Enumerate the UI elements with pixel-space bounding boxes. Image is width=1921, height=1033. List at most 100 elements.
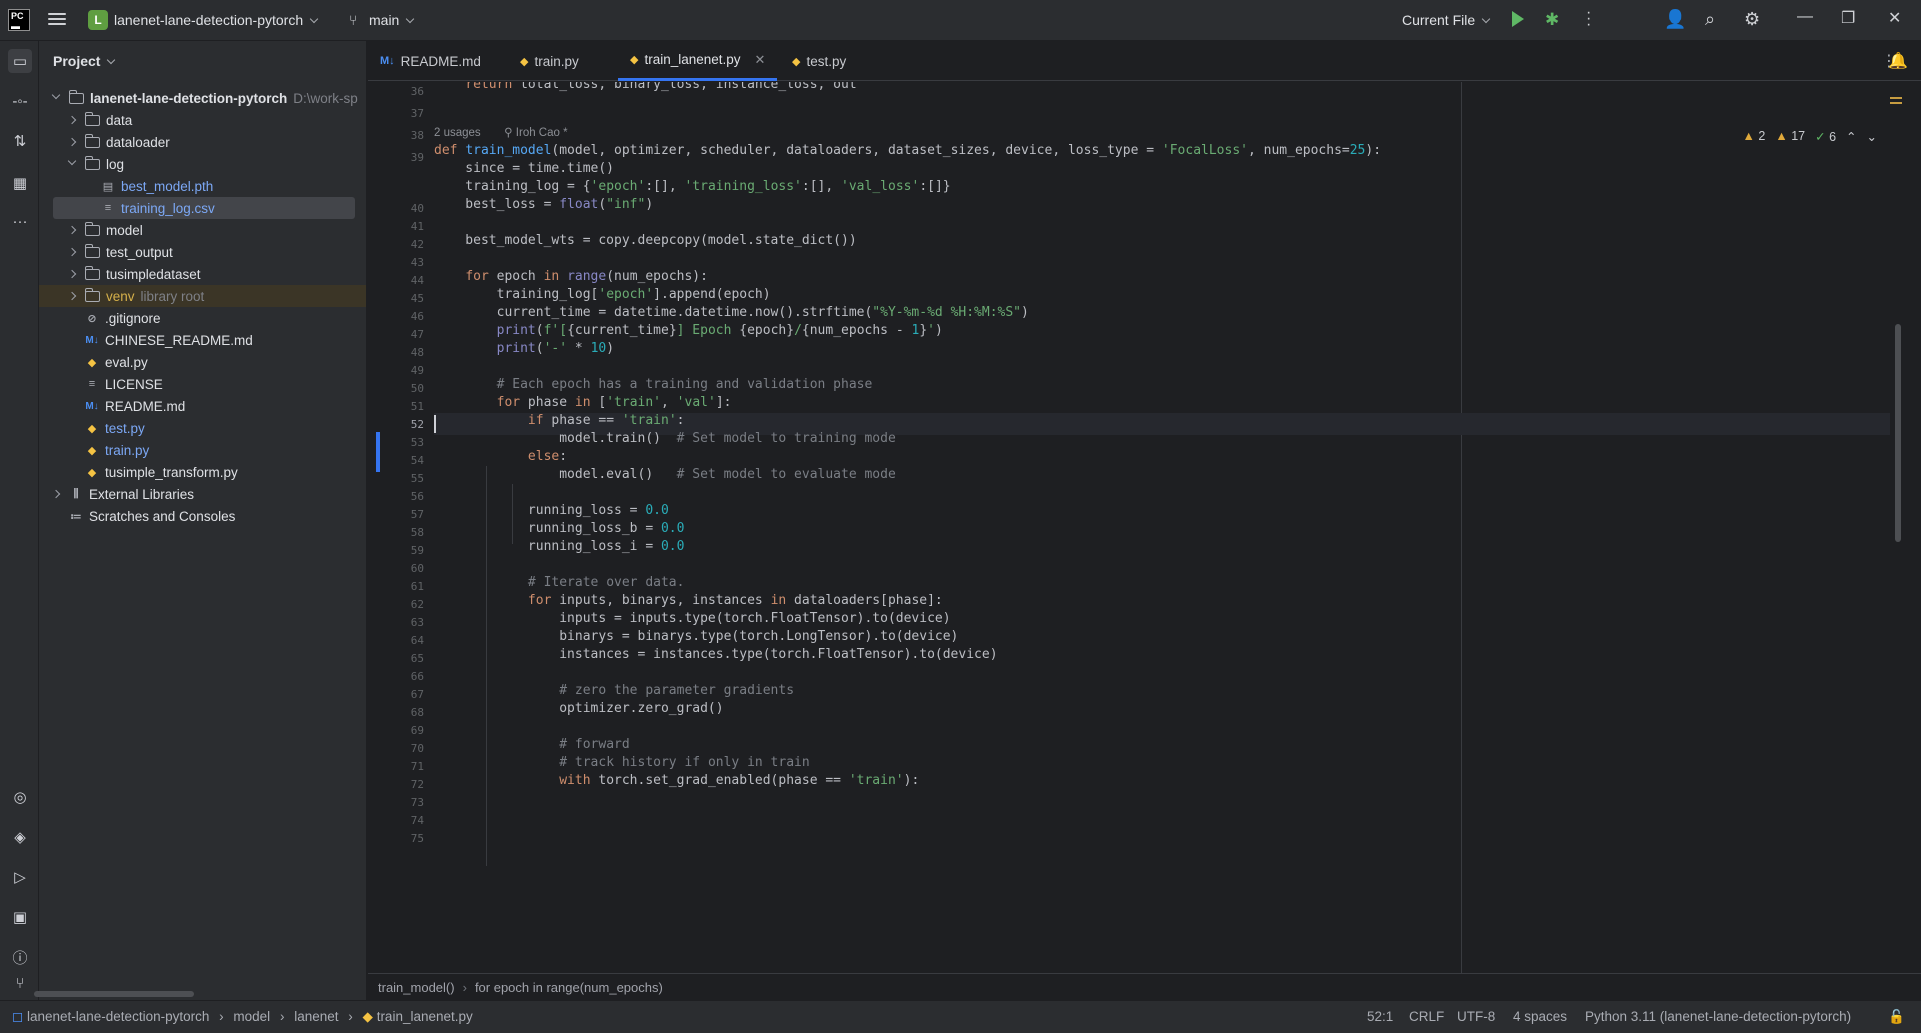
notifications-icon[interactable]: 🔔 — [1888, 51, 1908, 71]
warning-stripe-marker[interactable] — [1890, 97, 1902, 99]
warning-count[interactable]: ▲ 2 — [1743, 129, 1766, 144]
path-separator-icon: › — [279, 1009, 285, 1024]
branch-selector[interactable]: main — [369, 12, 415, 28]
expand-arrow-icon[interactable] — [67, 269, 77, 279]
add-user-icon[interactable]: 👤 — [1664, 9, 1686, 30]
path-file[interactable]: train_lanenet.py — [377, 1009, 473, 1024]
expand-arrow-icon[interactable] — [67, 247, 77, 257]
folder-icon — [84, 265, 100, 280]
chevron-down-icon[interactable]: ⌄ — [1867, 129, 1877, 144]
expand-arrow-icon[interactable] — [67, 115, 77, 125]
tree-item-eval[interactable]: ◆ eval.py — [39, 351, 366, 373]
chevron-up-icon[interactable]: ⌃ — [1846, 129, 1856, 144]
more-tools-icon[interactable]: ··· — [8, 209, 32, 233]
tree-item-label: best_model.pth — [121, 178, 214, 194]
terminal-icon[interactable]: ▣ — [8, 905, 32, 929]
python-packages-icon[interactable]: ◈ — [8, 825, 32, 849]
expand-arrow-icon[interactable] — [67, 137, 77, 147]
tree-item-license[interactable]: ≡ LICENSE — [39, 373, 366, 395]
tab-readme[interactable]: M↓ README.md — [380, 41, 481, 81]
tree-item-label: test_output — [106, 244, 173, 260]
python-file-icon: ◆ — [362, 1009, 373, 1024]
close-tab-icon[interactable]: ✕ — [755, 52, 766, 68]
expand-arrow-icon[interactable] — [67, 225, 77, 235]
tab-train[interactable]: ◆ train.py — [520, 41, 579, 81]
services-icon[interactable]: ▷ — [8, 865, 32, 889]
minimize-icon[interactable]: — — [1797, 8, 1813, 26]
main-menu-icon[interactable] — [47, 10, 67, 30]
tree-item-log[interactable]: log — [39, 153, 366, 175]
run-icon[interactable] — [1512, 11, 1524, 27]
run-config-selector[interactable]: Current File — [1402, 12, 1491, 28]
close-icon[interactable]: ✕ — [1888, 8, 1901, 28]
line-number: 60 — [410, 562, 424, 575]
tree-item-test-output[interactable]: test_output — [39, 241, 366, 263]
tree-item-tusimple-transform[interactable]: ◆ tusimple_transform.py — [39, 461, 366, 483]
search-icon[interactable]: ⌕ — [1705, 9, 1715, 30]
expand-arrow-icon[interactable] — [51, 489, 61, 499]
read-only-lock-icon[interactable]: 🔓 — [1888, 1009, 1905, 1025]
expand-arrow-icon[interactable] — [67, 291, 77, 301]
project-panel-title[interactable]: Project — [53, 53, 116, 69]
expand-arrow-icon[interactable] — [51, 90, 61, 100]
tree-item-train[interactable]: ◆ train.py — [39, 439, 366, 461]
line-separator[interactable]: CRLF — [1409, 1009, 1444, 1024]
breadcrumb-loop[interactable]: for epoch in range(num_epochs) — [475, 980, 663, 995]
warning-stripe-marker[interactable] — [1890, 102, 1902, 104]
line-number: 47 — [410, 328, 424, 341]
commit-icon[interactable]: -◦- — [8, 89, 32, 113]
line-number: 57 — [410, 508, 424, 521]
tree-item-label: LICENSE — [105, 376, 163, 392]
problems-icon[interactable]: ⓘ — [8, 945, 32, 969]
path-model[interactable]: model — [233, 1009, 270, 1024]
git-icon[interactable]: ⑂ — [8, 971, 32, 995]
python-file-icon: ◆ — [520, 55, 529, 68]
tree-item-external-libraries[interactable]: ⫼ External Libraries — [39, 483, 366, 505]
more-vertical-icon[interactable]: · · · — [1586, 5, 1592, 33]
project-horizontal-scrollbar[interactable] — [34, 991, 194, 997]
tree-root[interactable]: lanenet-lane-detection-pytorch D:\work-s… — [39, 87, 366, 109]
tree-item-best-model[interactable]: ▤ best_model.pth — [39, 175, 366, 197]
breadcrumb-function[interactable]: train_model() — [378, 980, 455, 995]
tree-item-readme[interactable]: M↓ README.md — [39, 395, 366, 417]
tab-test[interactable]: ◆ test.py — [792, 41, 846, 81]
structure-icon[interactable]: ▦ — [8, 171, 32, 195]
tree-item-dataloader[interactable]: dataloader — [39, 131, 366, 153]
code-area[interactable]: return total_loss, binary_loss, instance… — [434, 82, 1890, 973]
tab-label: test.py — [806, 53, 847, 69]
line-number: 67 — [410, 688, 424, 701]
python-console-icon[interactable]: ◎ — [8, 785, 32, 809]
tree-item-chinese-readme[interactable]: M↓ CHINESE_README.md — [39, 329, 366, 351]
maximize-icon[interactable]: ❐ — [1841, 8, 1855, 28]
markdown-file-icon: M↓ — [85, 334, 99, 346]
vcs-change-marker[interactable] — [376, 432, 380, 472]
tree-item-model[interactable]: model — [39, 219, 366, 241]
check-icon: ✓ — [1815, 130, 1826, 144]
inspection-widget[interactable]: ▲ 2 ▲ 17 ✓ 6 ⌃ ⌄ — [1743, 129, 1877, 144]
tree-item-venv[interactable]: venv library root — [39, 285, 366, 307]
project-badge[interactable]: L — [88, 10, 108, 30]
tree-item-tusimpledataset[interactable]: tusimpledataset — [39, 263, 366, 285]
project-selector[interactable]: lanenet-lane-detection-pytorch — [114, 12, 319, 28]
ok-count[interactable]: ✓ 6 — [1815, 129, 1836, 144]
editor-vertical-scrollbar[interactable] — [1895, 324, 1901, 542]
tree-item-scratches[interactable]: ≔ Scratches and Consoles — [39, 505, 366, 527]
path-project[interactable]: lanenet-lane-detection-pytorch — [27, 1009, 209, 1024]
path-lanenet[interactable]: lanenet — [294, 1009, 338, 1024]
line-number: 70 — [410, 742, 424, 755]
weak-warning-count[interactable]: ▲ 17 — [1775, 129, 1805, 144]
pull-requests-icon[interactable]: ⇅ — [8, 129, 32, 153]
expand-arrow-icon[interactable] — [67, 156, 77, 166]
debug-icon[interactable]: ✱ — [1545, 10, 1559, 30]
python-interpreter[interactable]: Python 3.11 (lanenet-lane-detection-pyto… — [1585, 1009, 1851, 1024]
file-encoding[interactable]: UTF-8 — [1457, 1009, 1495, 1024]
tree-item-gitignore[interactable]: ⊘ .gitignore — [39, 307, 366, 329]
project-folder-icon[interactable]: ▭ — [8, 49, 32, 73]
cursor-position[interactable]: 52:1 — [1367, 1009, 1393, 1024]
tree-item-training-log[interactable]: ≡ training_log.csv — [53, 197, 355, 219]
tree-item-data[interactable]: data — [39, 109, 366, 131]
indent-setting[interactable]: 4 spaces — [1513, 1009, 1567, 1024]
gear-icon[interactable]: ⚙ — [1744, 9, 1760, 30]
tab-train-lanenet[interactable]: ◆ train_lanenet.py ✕ — [618, 41, 778, 81]
tree-item-test[interactable]: ◆ test.py — [39, 417, 366, 439]
